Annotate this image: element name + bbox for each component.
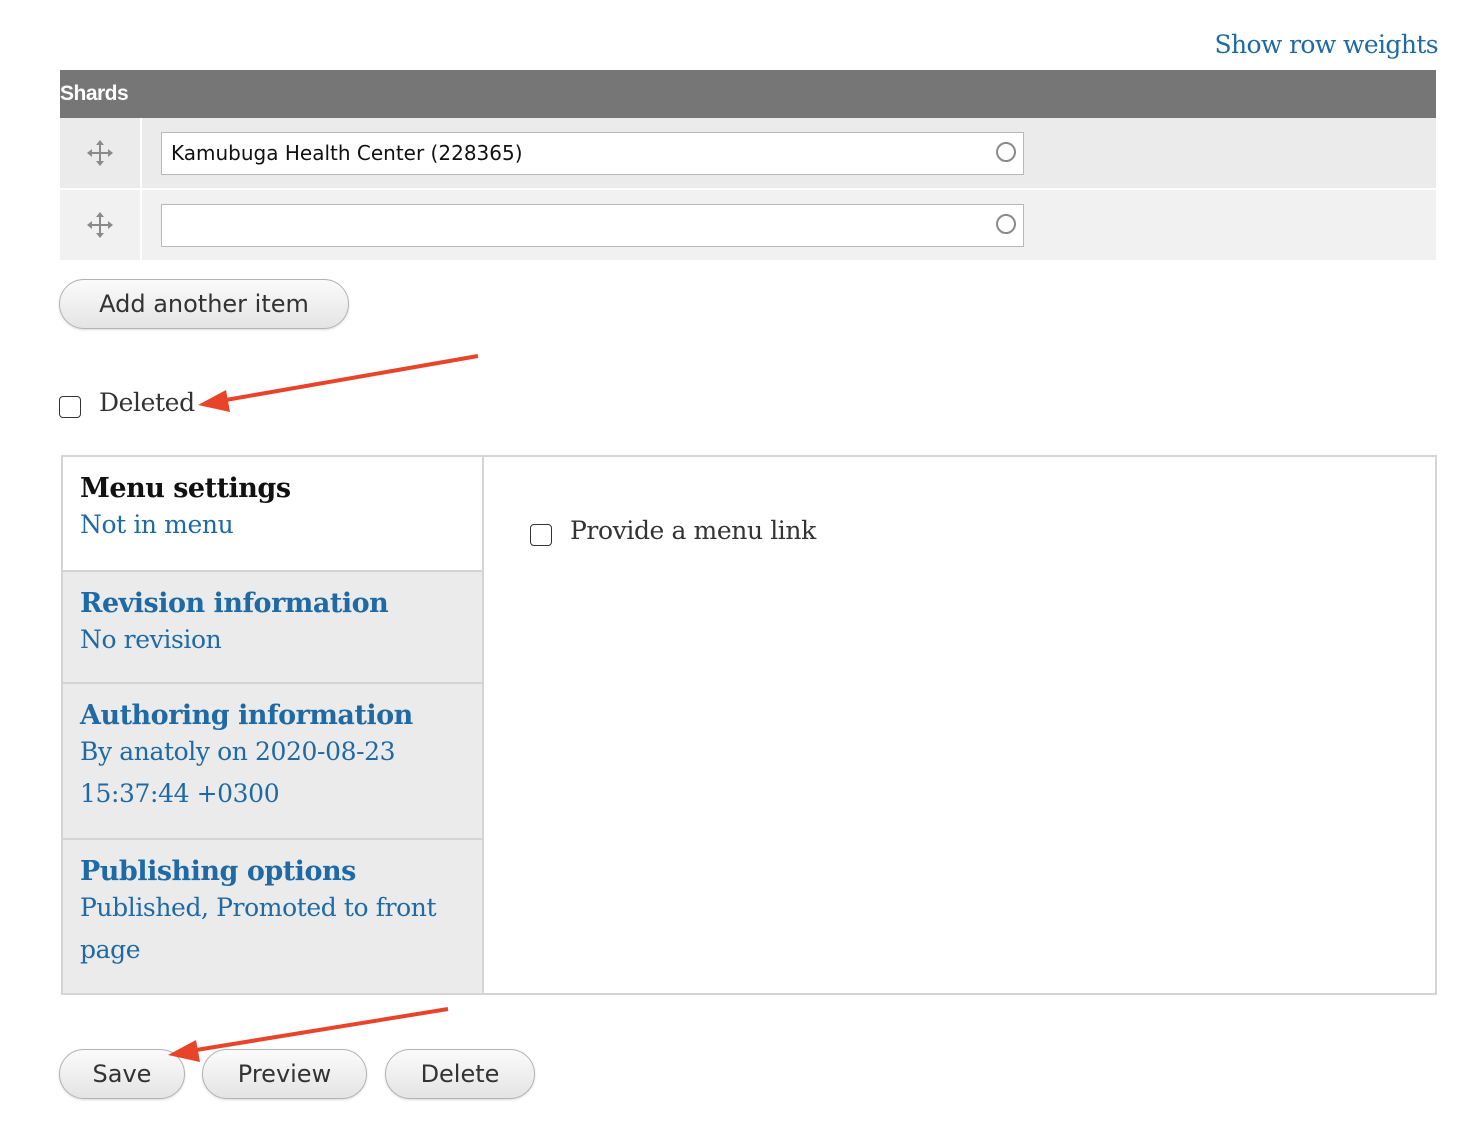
shards-table-header: Shards: [60, 70, 1436, 118]
shard-field-cell: [141, 188, 1436, 260]
throbber-circle-icon: [996, 141, 1016, 162]
save-button[interactable]: Save: [59, 1049, 185, 1099]
vertical-tabs-menu: Menu settings Not in menu Revision infor…: [63, 457, 484, 993]
deleted-checkbox[interactable]: [59, 396, 81, 418]
shard-field-cell: [141, 118, 1436, 189]
table-row: [60, 188, 1436, 260]
show-row-weights-link[interactable]: Show row weights: [1214, 30, 1438, 59]
arrow-head-deleted: [198, 390, 230, 412]
preview-button[interactable]: Preview: [202, 1049, 367, 1099]
table-row: [60, 118, 1436, 189]
tab-title: Authoring information: [80, 700, 413, 731]
delete-button[interactable]: Delete: [385, 1049, 535, 1099]
tab-title: Revision information: [80, 588, 389, 619]
arrow-to-save: [189, 1007, 449, 1053]
tab-summary: By anatoly on 2020-08-23 15:37:44 +0300: [80, 737, 396, 808]
shard-input[interactable]: [162, 204, 962, 246]
shard-input[interactable]: [162, 132, 962, 174]
move-arrows-icon[interactable]: [87, 140, 113, 166]
tab-title: Publishing options: [80, 856, 356, 887]
tab-revision-information[interactable]: Revision information No revision: [63, 570, 482, 684]
tab-summary: Not in menu: [80, 510, 234, 539]
drag-cell: [60, 118, 142, 189]
tab-summary: Published, Promoted to front page: [80, 893, 437, 964]
add-another-item-button[interactable]: Add another item: [59, 279, 349, 329]
provide-menu-link-checkbox[interactable]: [530, 524, 552, 546]
drag-cell: [60, 188, 142, 260]
move-arrows-icon[interactable]: [87, 212, 113, 238]
shards-table: Shards: [60, 70, 1436, 260]
shard-autocomplete: [161, 203, 1024, 247]
throbber-circle-icon: [996, 213, 1016, 234]
vertical-tabs: Menu settings Not in menu Revision infor…: [61, 455, 1437, 995]
tab-menu-settings[interactable]: Menu settings Not in menu: [63, 457, 482, 570]
provide-menu-link-label[interactable]: Provide a menu link: [570, 516, 816, 545]
tab-publishing-options[interactable]: Publishing options Published, Promoted t…: [63, 840, 482, 995]
tab-summary: No revision: [80, 625, 222, 654]
shard-autocomplete: [161, 131, 1024, 175]
tab-title: Menu settings: [80, 473, 291, 504]
deleted-checkbox-label[interactable]: Deleted: [99, 388, 195, 417]
tab-authoring-information[interactable]: Authoring information By anatoly on 2020…: [63, 684, 482, 840]
arrow-to-deleted: [219, 354, 479, 403]
